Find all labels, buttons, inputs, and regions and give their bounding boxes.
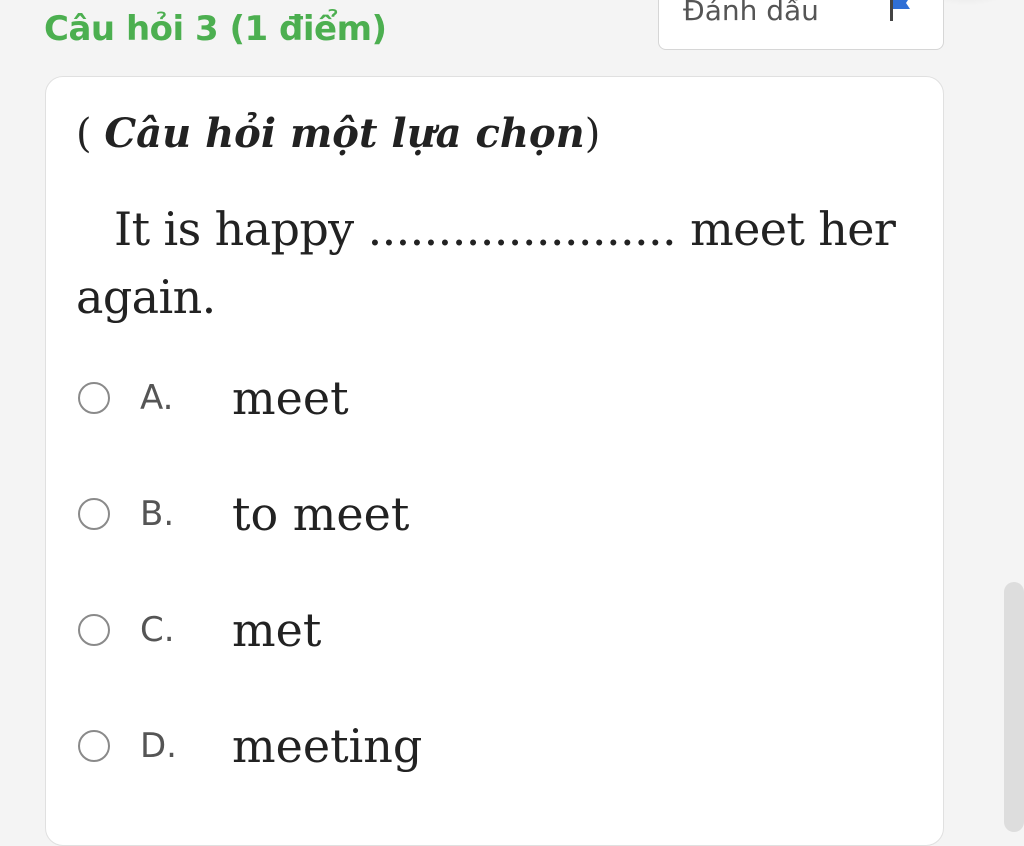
option-text: to meet (232, 487, 410, 541)
radio-button-a[interactable] (78, 382, 110, 414)
question-type-label: Câu hỏi một lựa chọn (104, 110, 585, 157)
question-text: It is happy ...................... meet … (76, 202, 896, 324)
option-letter: C. (140, 610, 175, 650)
corner-shadow (930, 0, 1024, 6)
option-b[interactable]: B. to meet (76, 483, 916, 599)
option-text: met (232, 603, 322, 657)
answer-options: A. meet B. to meet C. met D. meeting (76, 367, 916, 831)
option-a[interactable]: A. meet (76, 367, 916, 483)
question-type: ( Câu hỏi một lựa chọn) (76, 107, 600, 161)
question-type-open: ( (76, 111, 105, 157)
option-text: meeting (232, 719, 423, 773)
flag-button[interactable]: Đánh dấu (658, 0, 944, 50)
option-d[interactable]: D. meeting (76, 715, 916, 831)
option-letter: A. (140, 378, 174, 418)
option-letter: B. (140, 494, 175, 534)
option-text: meet (232, 371, 349, 425)
radio-button-b[interactable] (78, 498, 110, 530)
flag-icon (887, 0, 913, 21)
question-title: Câu hỏi 3 (1 điểm) (44, 9, 387, 49)
option-letter: D. (140, 726, 177, 766)
scrollbar[interactable] (1004, 582, 1024, 832)
radio-button-d[interactable] (78, 730, 110, 762)
option-c[interactable]: C. met (76, 599, 916, 715)
question-type-close: ) (584, 111, 601, 157)
radio-button-c[interactable] (78, 614, 110, 646)
question-card: ( Câu hỏi một lựa chọn) It is happy ....… (45, 76, 944, 846)
flag-label: Đánh dấu (683, 0, 819, 27)
